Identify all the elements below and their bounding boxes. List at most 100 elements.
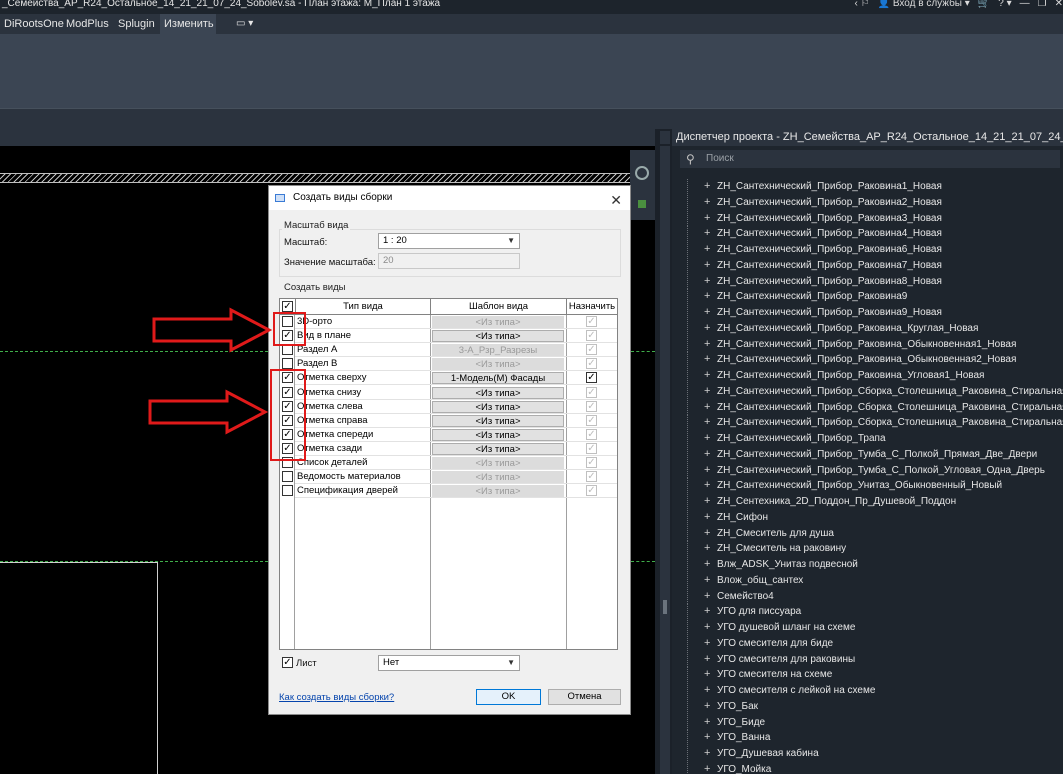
camera-icon[interactable]: ▭ ▾ <box>232 14 257 34</box>
cart-icon[interactable]: 🛒 <box>978 0 990 9</box>
sheet-checkbox[interactable]: ✓ <box>282 657 293 668</box>
browser-tree-item[interactable]: + УГО для писсуара <box>680 604 1063 620</box>
browser-tree-item[interactable]: + ZH_Сантехнический_Прибор_Раковина7_Нова… <box>680 257 1063 274</box>
browser-tree-item[interactable]: + ZH_Сантехнический_Прибор_Раковина9 <box>680 289 1063 305</box>
browser-tree-item[interactable]: + ZH_Сантехнический_Прибор_Раковина8_Нова… <box>680 273 1063 290</box>
expand-icon[interactable]: + <box>704 478 710 494</box>
browser-pin-icon[interactable] <box>660 131 670 144</box>
browser-tree-item[interactable]: + ZH_Сантехнический_Прибор_Раковина_Обыкн… <box>680 352 1063 368</box>
expand-icon[interactable]: + <box>704 431 710 447</box>
expand-icon[interactable]: + <box>704 274 710 290</box>
tab-modify[interactable]: Изменить <box>160 14 216 34</box>
browser-tree-item[interactable]: + ZH_Сантехнический_Прибор_Раковина_Углов… <box>680 368 1063 384</box>
view-template-button[interactable]: <Из типа> <box>432 330 564 343</box>
browser-search-input[interactable]: ⚲ Поиск <box>680 150 1060 168</box>
expand-icon[interactable]: + <box>704 715 710 731</box>
assign-checkbox[interactable]: ✓ <box>586 344 597 356</box>
assign-checkbox[interactable]: ✓ <box>586 372 597 384</box>
browser-tree-item[interactable]: + Влож_общ_сантех <box>680 572 1063 589</box>
view-template-button[interactable]: <Из типа> <box>432 358 564 371</box>
navigation-bar[interactable] <box>630 150 655 220</box>
assign-checkbox[interactable]: ✓ <box>586 414 597 426</box>
browser-tree-item[interactable]: + ZH_Сантехнический_Прибор_Раковина4_Нова… <box>680 226 1063 242</box>
expand-icon[interactable]: + <box>704 352 710 368</box>
expand-icon[interactable]: + <box>704 557 710 573</box>
expand-icon[interactable]: + <box>704 258 710 274</box>
expand-icon[interactable]: + <box>704 762 710 774</box>
view-template-button[interactable]: <Из типа> <box>432 457 564 469</box>
expand-icon[interactable]: + <box>704 699 710 715</box>
assign-checkbox[interactable]: ✓ <box>586 457 597 468</box>
assign-checkbox[interactable]: ✓ <box>586 316 597 327</box>
browser-tree-item[interactable]: + ZH_Сантехнический_Прибор_Сборка_Столешн… <box>680 383 1063 400</box>
browser-tree-item[interactable]: + УГО_Мойка <box>680 761 1063 774</box>
expand-icon[interactable]: + <box>704 226 710 242</box>
expand-icon[interactable]: + <box>704 510 710 526</box>
expand-icon[interactable]: + <box>704 289 710 305</box>
assign-checkbox[interactable]: ✓ <box>586 428 597 440</box>
browser-tree-item[interactable]: + Семейство4 <box>680 588 1063 605</box>
expand-icon[interactable]: + <box>704 730 710 746</box>
expand-icon[interactable]: + <box>704 242 710 258</box>
zoom-icon[interactable] <box>638 200 646 208</box>
expand-icon[interactable]: + <box>704 305 710 321</box>
restore-icon[interactable]: ❐ <box>1038 0 1047 9</box>
cancel-button[interactable]: Отмена <box>548 689 621 705</box>
browser-tree-item[interactable]: + ZH_Сантехнический_Прибор_Раковина2_Нова… <box>680 194 1063 211</box>
expand-icon[interactable]: + <box>704 321 710 337</box>
view-checkbox[interactable] <box>282 471 293 483</box>
view-template-button[interactable]: <Из типа> <box>432 386 564 399</box>
expand-icon[interactable]: + <box>704 620 710 636</box>
expand-icon[interactable]: + <box>704 179 710 195</box>
browser-tree-item[interactable]: + ZH_Сифон <box>680 509 1063 526</box>
assign-checkbox[interactable]: ✓ <box>586 386 597 398</box>
expand-icon[interactable]: + <box>704 494 710 510</box>
expand-icon[interactable]: + <box>704 211 710 227</box>
expand-icon[interactable]: + <box>704 604 710 620</box>
browser-tree-item[interactable]: + УГО смесителя с лейкой на схеме <box>680 683 1063 699</box>
tab-modplus[interactable]: ModPlus <box>62 14 113 34</box>
assign-checkbox[interactable]: ✓ <box>586 358 597 370</box>
expand-icon[interactable]: + <box>704 368 710 384</box>
tab-dirootsone[interactable]: DiRootsOne <box>0 14 68 34</box>
expand-icon[interactable]: + <box>704 667 710 683</box>
expand-icon[interactable]: + <box>704 400 710 416</box>
expand-icon[interactable]: + <box>704 415 710 431</box>
view-template-button[interactable]: <Из типа> <box>432 471 564 484</box>
expand-icon[interactable]: + <box>704 746 710 762</box>
browser-tree-item[interactable]: + ZH_Сантехнический_Прибор_Раковина_Кругл… <box>680 320 1063 337</box>
select-all-checkbox[interactable]: ✓ <box>282 301 293 312</box>
expand-icon[interactable]: + <box>704 337 710 353</box>
ok-button[interactable]: OK <box>476 689 541 705</box>
expand-icon[interactable]: + <box>704 463 710 479</box>
sheet-select[interactable]: Нет ▼ <box>378 655 520 671</box>
browser-tree-item[interactable]: + ZH_Сантехнический_Прибор_Сборка_Столешн… <box>680 415 1063 431</box>
view-checkbox[interactable] <box>282 485 293 497</box>
browser-tree-item[interactable]: + УГО душевой шланг на схеме <box>680 620 1063 636</box>
expand-icon[interactable]: + <box>704 652 710 668</box>
view-template-button[interactable]: <Из типа> <box>432 442 564 455</box>
steering-wheel-icon[interactable] <box>635 166 649 180</box>
browser-tree-item[interactable]: + ZH_Сентехника_2D_Поддон_Пр_Душевой_Подд… <box>680 494 1063 510</box>
browser-tree-item[interactable]: + УГО_Ванна <box>680 730 1063 746</box>
expand-icon[interactable]: + <box>704 447 710 463</box>
browser-tree-item[interactable]: + ZH_Сантехнический_Прибор_Тумба_С_Полкой… <box>680 446 1063 463</box>
minimize-icon[interactable]: — <box>1020 0 1030 9</box>
browser-tree-item[interactable]: + ZH_Смеситель для душа <box>680 525 1063 542</box>
view-template-button[interactable]: 3-А_Рзр_Разрезы <box>432 344 564 357</box>
view-template-button[interactable]: <Из типа> <box>432 400 564 413</box>
view-checkbox[interactable] <box>282 358 293 370</box>
expand-icon[interactable]: + <box>704 589 710 605</box>
browser-tree-item[interactable]: + ZH_Сантехнический_Прибор_Раковина1_Нова… <box>680 179 1063 195</box>
view-template-button[interactable]: <Из типа> <box>432 414 564 427</box>
expand-icon[interactable]: + <box>704 573 710 589</box>
view-template-button[interactable]: <Из типа> <box>432 316 564 328</box>
assign-checkbox[interactable]: ✓ <box>586 471 597 483</box>
browser-tree-item[interactable]: + Влж_ADSK_Унитаз подвесной <box>680 557 1063 573</box>
browser-tree-item[interactable]: + ZH_Сантехнический_Прибор_Унитаз_Обыкнов… <box>680 478 1063 494</box>
expand-icon[interactable]: + <box>704 195 710 211</box>
browser-tree-item[interactable]: + УГО смесителя для раковины <box>680 651 1063 668</box>
browser-tree-item[interactable]: + УГО_Душевая кабина <box>680 746 1063 762</box>
info-icon[interactable]: ‹ ⚐ <box>855 0 870 9</box>
assign-checkbox[interactable]: ✓ <box>586 485 597 497</box>
